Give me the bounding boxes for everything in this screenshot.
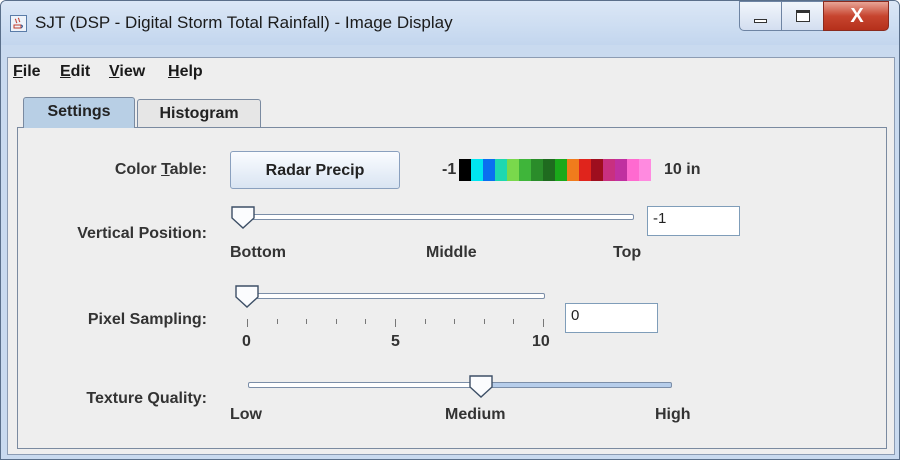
pixel-sampling-tick-mark [365, 319, 367, 324]
menu-file-label: ile [22, 63, 41, 80]
minimize-icon [754, 19, 767, 23]
pixel-sampling-tick-mark [306, 319, 308, 324]
slider-thumb-icon [231, 206, 255, 229]
pixel-sampling-tick-mark [424, 319, 426, 324]
color-swatch [567, 159, 579, 181]
vertical-position-tick-bottom: Bottom [230, 244, 286, 261]
color-table-label-post: able: [169, 161, 207, 178]
menu-help-label: elp [179, 63, 203, 80]
color-swatch [555, 159, 567, 181]
color-swatch [519, 159, 531, 181]
menu-file-mnemonic: F [13, 63, 23, 80]
color-table-preview [459, 159, 651, 181]
color-table-max-label: 10 in [664, 161, 701, 178]
pixel-sampling-tick-10: 10 [532, 333, 550, 350]
pixel-sampling-tick-mark [276, 319, 278, 324]
pixel-sampling-tick-mark [395, 319, 396, 327]
pixel-sampling-slider-thumb[interactable] [234, 283, 260, 309]
color-swatch [627, 159, 639, 181]
close-button[interactable]: X [823, 1, 889, 31]
color-table-label-pre: Color [114, 161, 162, 178]
pixel-sampling-tick-5: 5 [391, 333, 400, 350]
tab-settings[interactable]: Settings [23, 97, 135, 128]
texture-quality-slider-thumb[interactable] [468, 373, 494, 399]
pixel-sampling-tick-0: 0 [242, 333, 251, 350]
slider-thumb-icon [235, 285, 259, 308]
color-swatch [471, 159, 483, 181]
vertical-position-slider-thumb[interactable] [230, 204, 256, 230]
image-display-window: SJT (DSP - Digital Storm Total Rainfall)… [0, 0, 900, 460]
color-swatch [591, 159, 603, 181]
pixel-sampling-label: Pixel Sampling: [87, 311, 207, 328]
pixel-sampling-tick-mark [513, 319, 515, 324]
pixel-sampling-track [246, 293, 545, 299]
vertical-position-label: Vertical Position: [77, 225, 207, 242]
menu-file[interactable]: File [13, 63, 41, 81]
vertical-position-tick-top: Top [613, 244, 642, 261]
vertical-position-field[interactable]: -1 [647, 206, 740, 236]
color-table-label: Color Table: [61, 161, 207, 179]
java-cup-icon[interactable] [10, 15, 27, 32]
color-swatch [579, 159, 591, 181]
texture-quality-label: Texture Quality: [86, 390, 207, 407]
menu-view[interactable]: View [109, 63, 145, 81]
menu-edit-mnemonic: E [60, 63, 71, 80]
color-swatch [459, 159, 471, 181]
color-swatch [495, 159, 507, 181]
vertical-position-track [244, 214, 634, 220]
menu-edit-label: dit [70, 63, 91, 80]
tab-histogram[interactable]: Histogram [137, 99, 261, 127]
color-swatch [639, 159, 651, 181]
pixel-sampling-tick-mark [335, 319, 337, 324]
color-swatch [507, 159, 519, 181]
menu-help[interactable]: Help [168, 63, 203, 81]
menu-view-mnemonic: V [109, 63, 120, 80]
pixel-sampling-field[interactable]: 0 [565, 303, 658, 333]
color-swatch [615, 159, 627, 181]
pixel-sampling-tick-mark [543, 319, 544, 327]
texture-quality-tick-low: Low [230, 406, 262, 423]
menu-help-mnemonic: H [168, 63, 180, 80]
window-title: SJT (DSP - Digital Storm Total Rainfall)… [35, 13, 453, 32]
color-swatch [603, 159, 615, 181]
pixel-sampling-tick-mark [483, 319, 485, 324]
texture-quality-tick-medium: Medium [445, 406, 506, 423]
color-swatch [483, 159, 495, 181]
vertical-position-tick-middle: Middle [426, 244, 477, 261]
close-icon: X [850, 5, 864, 27]
color-swatch [543, 159, 555, 181]
menu-view-label: iew [119, 63, 146, 80]
maximize-icon [796, 10, 810, 22]
texture-quality-tick-high: High [655, 406, 691, 423]
menu-bar: File Edit View Help [8, 58, 894, 90]
color-table-min-label: -1 [442, 161, 457, 178]
color-table-button[interactable]: Radar Precip [230, 151, 400, 189]
title-bar[interactable]: SJT (DSP - Digital Storm Total Rainfall)… [1, 1, 899, 45]
pixel-sampling-tick-mark [247, 319, 248, 327]
maximize-button[interactable] [781, 1, 824, 31]
menu-edit[interactable]: Edit [60, 63, 90, 81]
texture-quality-track [248, 382, 672, 388]
color-table-label-mnemonic: T [161, 161, 170, 178]
minimize-button[interactable] [739, 1, 782, 31]
color-swatch [531, 159, 543, 181]
pixel-sampling-tick-mark [454, 319, 456, 324]
slider-thumb-icon [469, 375, 493, 398]
